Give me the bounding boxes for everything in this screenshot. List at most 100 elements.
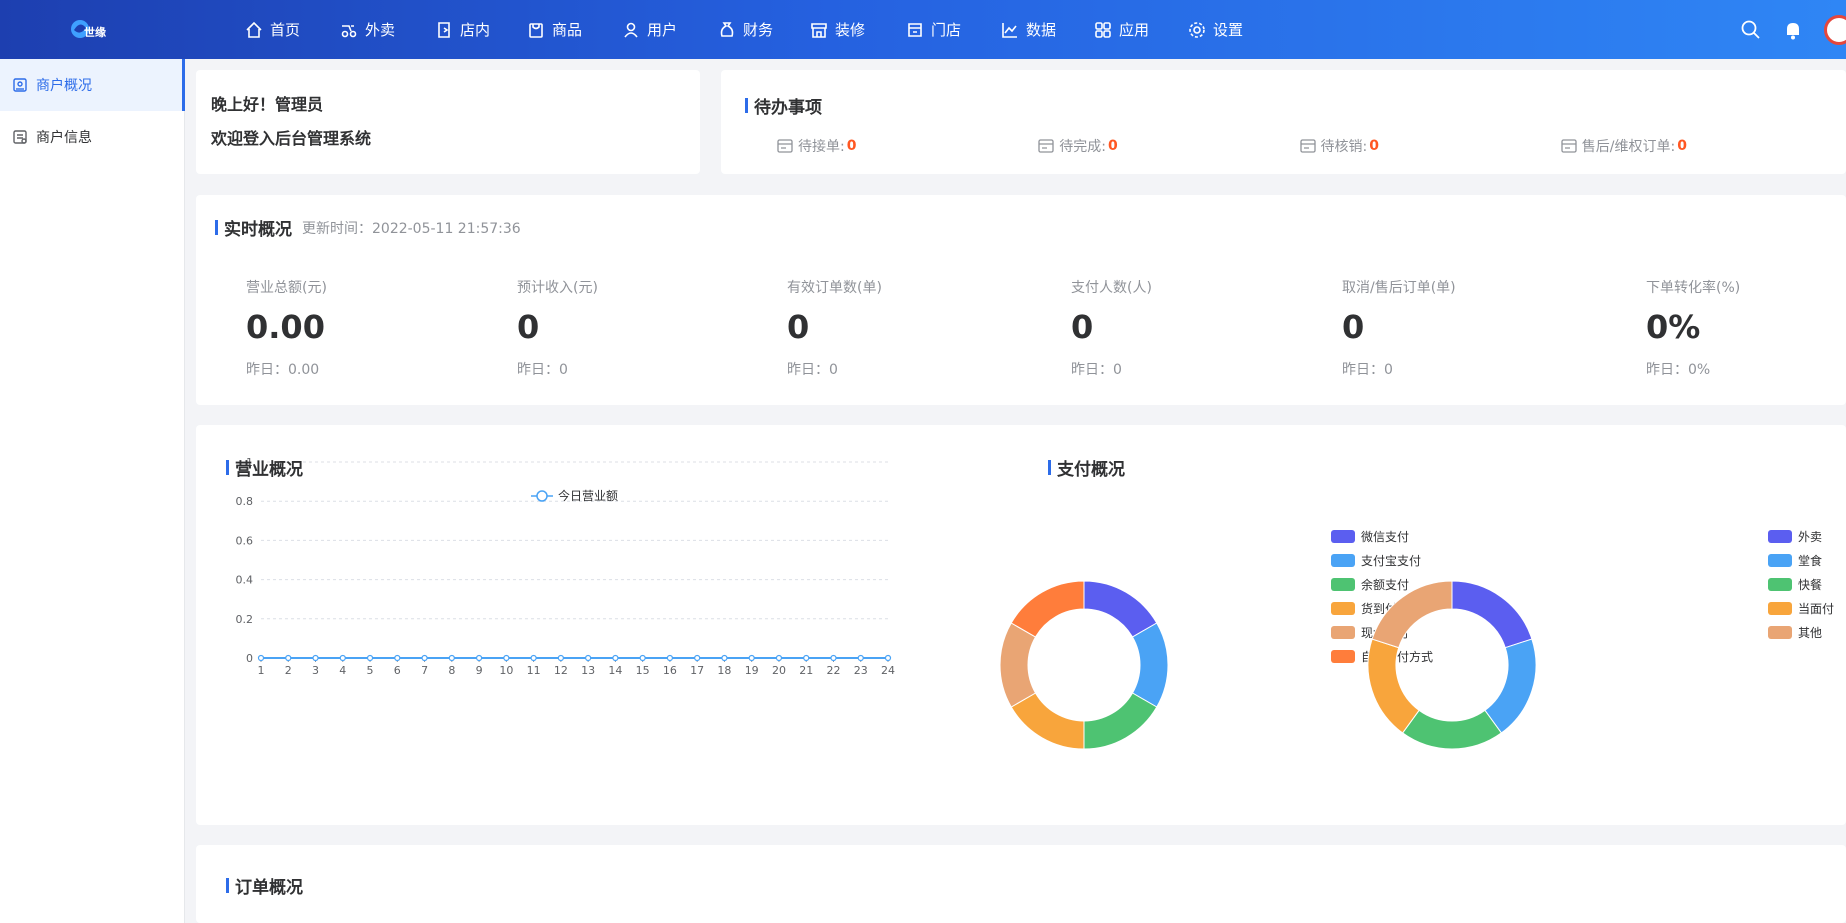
- legend-label[interactable]: 微信支付: [1361, 530, 1409, 544]
- stat-label: 预计收入(元): [517, 280, 598, 296]
- nav-item-user[interactable]: 用户: [622, 0, 718, 59]
- data-point: [285, 654, 292, 662]
- pie-slice[interactable]: [1401, 709, 1503, 750]
- legend-swatch[interactable]: [1768, 554, 1792, 567]
- nav-item-delivery[interactable]: 外卖: [340, 0, 435, 59]
- legend-label[interactable]: 外卖: [1798, 530, 1822, 544]
- todo-count: 0: [846, 138, 857, 154]
- pie-slice[interactable]: [1131, 622, 1169, 708]
- todo-label: 售后/维权订单:: [1581, 139, 1676, 155]
- stat-label: 支付人数(人): [1071, 280, 1152, 296]
- legend-swatch[interactable]: [1768, 578, 1792, 591]
- todo-label: 待核销:: [1320, 139, 1368, 155]
- pie-slice[interactable]: [1083, 692, 1158, 750]
- legend-swatch[interactable]: [1768, 530, 1792, 543]
- legend-swatch[interactable]: [1768, 626, 1792, 639]
- x-tick-label: 12: [554, 664, 568, 677]
- todo-item-pending-complete[interactable]: 待完成: 0: [1038, 136, 1299, 156]
- sidebar-item-merchant-info[interactable]: 商户信息: [0, 111, 184, 163]
- data-point: [257, 654, 265, 662]
- data-point: [557, 654, 564, 662]
- stat-label: 营业总额(元): [246, 280, 327, 296]
- product-icon: [529, 22, 543, 38]
- stat-yesterday: 昨日：0: [1071, 362, 1122, 378]
- stat-value: 0.00: [246, 308, 325, 346]
- data-point: [366, 654, 374, 662]
- todo-item-pending-accept[interactable]: 待接单: 0: [777, 136, 1038, 156]
- pie-slice[interactable]: [1451, 580, 1533, 649]
- bell-icon[interactable]: [1782, 19, 1804, 41]
- legend-swatch[interactable]: [1331, 530, 1355, 543]
- x-tick-label: 8: [448, 664, 455, 677]
- y-tick-label: 0: [246, 652, 253, 665]
- avatar[interactable]: [1824, 14, 1846, 45]
- stat-label: 取消/售后订单(单): [1342, 280, 1456, 296]
- data-point: [612, 654, 619, 662]
- nav-item-settings[interactable]: 设置: [1188, 0, 1283, 59]
- line-chart-wrap: 00.20.40.60.811 2 3 4 5 6 7 8 9 10 11 12 13 14 15 16 17 1…: [236, 456, 896, 677]
- legend-swatch[interactable]: [1331, 626, 1355, 639]
- todo-item-pending-verify[interactable]: 待核销: 0: [1299, 136, 1561, 156]
- nav-item-data[interactable]: 数据: [1001, 0, 1094, 59]
- stat-conversion-rate: 下单转化率(%) 0% 昨日：0%: [1646, 277, 1740, 379]
- nav-item-finance[interactable]: 财务: [718, 0, 810, 59]
- legend-swatch[interactable]: [1768, 602, 1792, 615]
- x-tick-label: 22: [826, 664, 840, 677]
- nav-item-apps[interactable]: 应用: [1094, 0, 1188, 59]
- pie-slice[interactable]: [1484, 638, 1537, 734]
- stat-yesterday: 昨日：0.00: [246, 362, 320, 378]
- data-point: [721, 654, 728, 662]
- pie-slice[interactable]: [999, 622, 1037, 708]
- data-point: [312, 654, 319, 662]
- data-icon: [1002, 22, 1017, 38]
- nav-item-decorate[interactable]: 装修: [810, 0, 906, 59]
- legend-swatch[interactable]: [1331, 578, 1355, 591]
- x-tick-label: 1: [258, 664, 265, 677]
- legend-label[interactable]: 堂食: [1798, 553, 1822, 568]
- nav-item-store[interactable]: 门店: [906, 0, 1001, 59]
- x-tick-label: 18: [717, 664, 731, 677]
- legend-label[interactable]: 余额支付: [1361, 577, 1409, 592]
- legend-label: 今日营业额: [558, 488, 618, 503]
- order-type-donut: 外卖堂食快餐当面付其他: [1367, 530, 1834, 750]
- todo-title: 待办事项: [745, 93, 1822, 118]
- y-tick-label: 0.2: [236, 613, 254, 626]
- main-nav: 首页 外卖 店内 商品 用户 财务 装修 门店 数据 应用 设置: [245, 0, 1283, 59]
- order-icon: [777, 139, 793, 153]
- stat-value: 0: [517, 308, 540, 346]
- nav-label: 设置: [1213, 21, 1244, 39]
- legend-label[interactable]: 支付宝支付: [1361, 554, 1421, 568]
- legend-label[interactable]: 其他: [1798, 626, 1822, 640]
- realtime-card: 实时概况 更新时间：2022-05-11 21:57:36 营业总额(元) 0.…: [196, 195, 1846, 405]
- stat-value: 0: [1071, 308, 1094, 346]
- data-point: [775, 654, 783, 662]
- finance-icon: [720, 21, 734, 37]
- pie-slice[interactable]: [1010, 692, 1085, 750]
- decorate-icon: [811, 22, 827, 38]
- data-point: [857, 654, 864, 662]
- x-tick-label: 2: [285, 664, 292, 677]
- legend-swatch[interactable]: [1331, 650, 1355, 663]
- pie-slice[interactable]: [1010, 580, 1085, 638]
- user-icon: [624, 22, 638, 38]
- legend-label[interactable]: 快餐: [1798, 577, 1822, 592]
- nav-item-dine-in[interactable]: 店内: [435, 0, 527, 59]
- pie-slice[interactable]: [1083, 580, 1158, 638]
- sidebar: 商户概况 商户信息: [0, 59, 185, 923]
- stat-yesterday: 昨日：0%: [1646, 362, 1711, 378]
- nav-label: 店内: [460, 21, 491, 39]
- sidebar-item-merchant-overview[interactable]: 商户概况: [0, 59, 185, 111]
- nav-item-home[interactable]: 首页: [245, 0, 340, 59]
- data-point: [748, 654, 755, 662]
- stat-yesterday: 昨日：0: [517, 362, 568, 378]
- nav-item-product[interactable]: 商品: [527, 0, 622, 59]
- legend-swatch[interactable]: [1331, 602, 1355, 615]
- greeting-text: 晚上好！管理员: [211, 95, 324, 114]
- legend-swatch[interactable]: [1331, 554, 1355, 567]
- data-point: [448, 654, 455, 662]
- stat-label: 有效订单数(单): [787, 280, 882, 296]
- search-icon[interactable]: [1740, 19, 1762, 41]
- todo-item-after-sale[interactable]: 售后/维权订单: 0: [1561, 136, 1822, 156]
- home-icon: [246, 21, 262, 38]
- legend-label[interactable]: 当面付: [1798, 602, 1834, 616]
